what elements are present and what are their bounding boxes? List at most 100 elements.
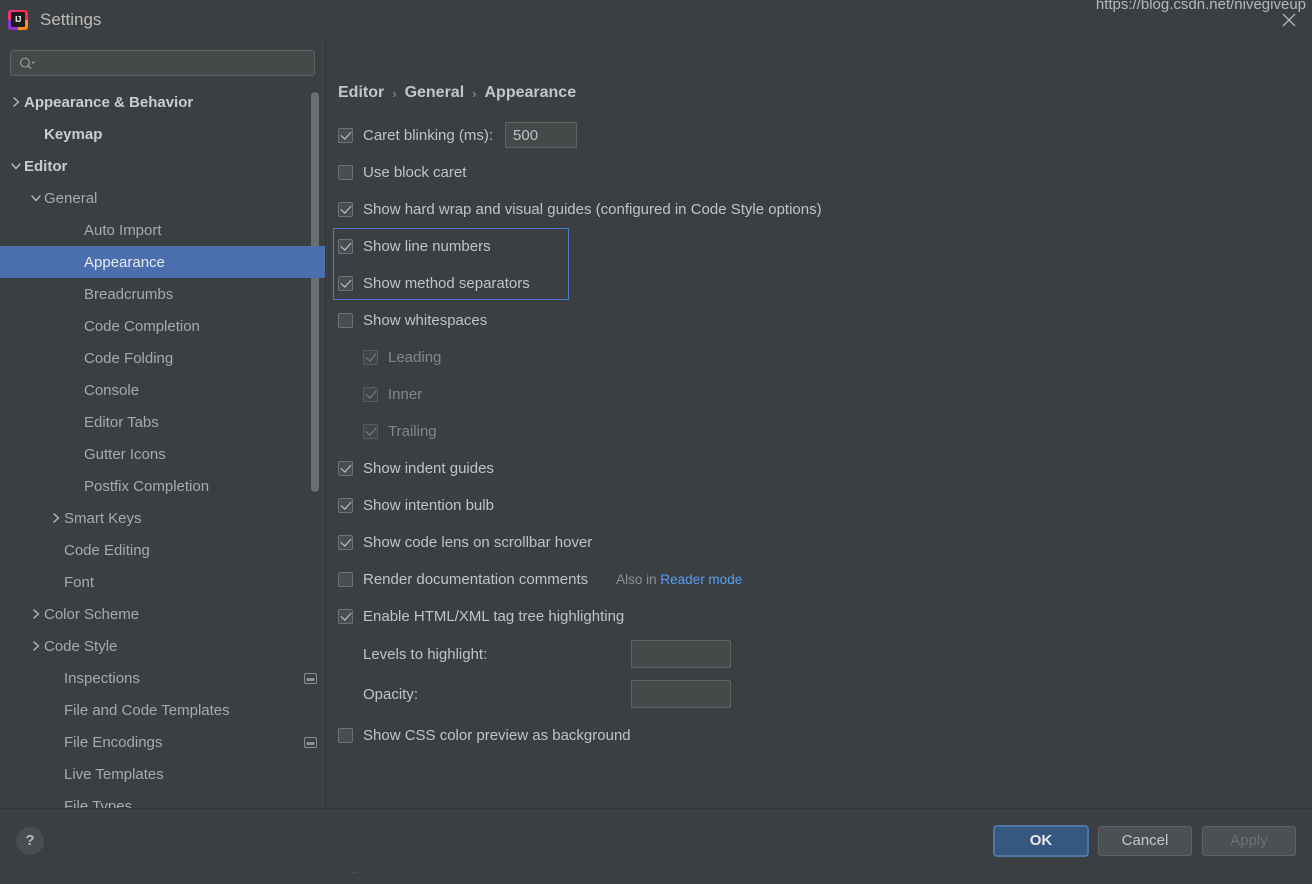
whitespace-inner-checkbox (363, 386, 378, 402)
sidebar-item-code-editing[interactable]: Code Editing (0, 534, 325, 566)
settings-dialog-screen: ) // Ctrl+Alt+S // (Disable alert for th… (0, 0, 1312, 884)
settings-tree[interactable]: Appearance & Behavior Keymap Editor General… (0, 84, 325, 808)
sidebar-item-console[interactable]: Console (0, 374, 325, 406)
sidebar-item-label: Smart Keys (64, 509, 142, 527)
search-container (0, 40, 325, 84)
show-whitespaces-checkbox[interactable] (338, 312, 353, 328)
whitespace-leading-checkbox (363, 349, 378, 365)
sidebar-item-appearance-behavior[interactable]: Appearance & Behavior (0, 86, 325, 118)
sidebar-item-inspections[interactable]: Inspections (0, 662, 325, 694)
chevron-right-icon[interactable] (48, 512, 64, 525)
search-input[interactable] (40, 55, 306, 71)
chevron-right-icon[interactable] (28, 640, 44, 653)
sidebar-item-label: Appearance (84, 253, 165, 271)
sidebar-item-label: Editor Tabs (84, 413, 159, 431)
sidebar-item-file-and-code-templates[interactable]: File and Code Templates (0, 694, 325, 726)
sidebar-item-label: Postfix Completion (84, 477, 210, 495)
levels-to-highlight-stepper[interactable] (631, 640, 731, 668)
chevron-down-icon[interactable] (28, 192, 44, 205)
whitespace-trailing-label: Trailing (388, 422, 437, 440)
sidebar-item-label: Keymap (44, 125, 103, 143)
show-css-color-preview-checkbox[interactable] (338, 727, 353, 743)
sidebar-item-label: Font (64, 573, 95, 591)
sidebar-item-code-style[interactable]: Code Style (0, 630, 325, 662)
ok-button[interactable]: OK (994, 825, 1088, 856)
sidebar-item-label: Live Templates (64, 765, 164, 783)
sidebar-item-font[interactable]: Font (0, 566, 325, 598)
search-box[interactable] (10, 50, 315, 76)
opacity-input[interactable] (632, 681, 730, 707)
render-doc-comments-checkbox[interactable] (338, 571, 353, 587)
render-doc-comments-label: Render documentation comments (363, 570, 589, 588)
chevron-down-icon[interactable] (8, 160, 24, 173)
show-method-separators-checkbox[interactable] (338, 275, 353, 291)
sidebar-item-file-types[interactable]: File Types (0, 790, 325, 809)
use-block-caret-checkbox[interactable] (338, 164, 353, 180)
show-line-numbers-checkbox[interactable] (338, 238, 353, 254)
show-intention-bulb-checkbox[interactable] (338, 497, 353, 513)
reader-mode-note-prefix: Also in (616, 571, 661, 587)
sidebar-item-appearance[interactable]: Appearance (0, 246, 325, 278)
show-code-lens-checkbox[interactable] (338, 534, 353, 550)
sidebar-item-label: Code Completion (84, 317, 200, 335)
breadcrumb-item[interactable]: Appearance (485, 84, 577, 102)
sidebar-item-label: Editor (24, 157, 68, 175)
sidebar-item-label: Gutter Icons (84, 445, 166, 463)
sidebar-item-label: Color Scheme (44, 605, 140, 623)
sidebar-item-editor-tabs[interactable]: Editor Tabs (0, 406, 325, 438)
search-icon (19, 57, 36, 70)
sidebar-item-code-folding[interactable]: Code Folding (0, 342, 325, 374)
sidebar-item-general[interactable]: General (0, 182, 325, 214)
caret-blinking-label: Caret blinking (ms): (363, 126, 494, 144)
sidebar-item-smart-keys[interactable]: Smart Keys (0, 502, 325, 534)
sidebar-item-live-templates[interactable]: Live Templates (0, 758, 325, 790)
sidebar-item-gutter-icons[interactable]: Gutter Icons (0, 438, 325, 470)
show-indent-guides-checkbox[interactable] (338, 460, 353, 476)
project-scope-icon (304, 672, 317, 684)
opacity-stepper[interactable] (631, 680, 731, 708)
sidebar-item-editor[interactable]: Editor (0, 150, 325, 182)
enable-html-xml-tag-checkbox[interactable] (338, 608, 353, 624)
sidebar-item-postfix-completion[interactable]: Postfix Completion (0, 470, 325, 502)
sidebar-item-label: File Encodings (64, 733, 163, 751)
show-indent-guides-label: Show indent guides (363, 459, 494, 477)
sidebar-item-label: Code Folding (84, 349, 174, 367)
show-whitespaces-label: Show whitespaces (363, 311, 488, 329)
show-code-lens-label: Show code lens on scrollbar hover (363, 533, 593, 551)
levels-to-highlight-input[interactable] (632, 641, 730, 667)
sidebar-item-label: Console (84, 381, 140, 399)
project-scope-icon (304, 736, 317, 748)
show-css-color-preview-label: Show CSS color preview as background (363, 726, 631, 744)
levels-to-highlight-label: Levels to highlight: (363, 645, 488, 663)
sidebar-item-file-encodings[interactable]: File Encodings (0, 726, 325, 758)
sidebar-item-label: Code Style (44, 637, 118, 655)
help-icon[interactable]: ? (16, 826, 44, 855)
show-line-numbers-label: Show line numbers (363, 237, 491, 255)
sidebar-item-label: Breadcrumbs (84, 285, 174, 303)
dialog-title: Settings (40, 10, 102, 29)
reader-mode-link[interactable]: Reader mode (660, 572, 742, 587)
sidebar-item-label: File and Code Templates (64, 701, 230, 719)
sidebar-item-auto-import[interactable]: Auto Import (0, 214, 325, 246)
enable-html-xml-tag-label: Enable HTML/XML tag tree highlighting (363, 607, 625, 625)
chevron-right-icon[interactable] (8, 96, 24, 109)
sidebar-item-code-completion[interactable]: Code Completion (0, 310, 325, 342)
sidebar-item-color-scheme[interactable]: Color Scheme (0, 598, 325, 630)
sidebar-item-breadcrumbs[interactable]: Breadcrumbs (0, 278, 325, 310)
whitespace-inner-label: Inner (388, 385, 423, 403)
breadcrumb-separator-icon: › (472, 85, 477, 101)
whitespace-leading-label: Leading (388, 348, 442, 366)
sidebar-item-label: Appearance & Behavior (24, 93, 194, 111)
reader-mode-note: Also in Reader mode (616, 572, 742, 587)
opacity-label: Opacity: (363, 685, 419, 703)
breadcrumb-item[interactable]: Editor (338, 84, 384, 102)
sidebar-item-keymap[interactable]: Keymap (0, 118, 325, 150)
watermark-text: https://blog.csdn.net/nivegiveup (1095, 0, 1306, 13)
breadcrumb-item[interactable]: General (405, 84, 465, 102)
show-hard-wrap-checkbox[interactable] (338, 201, 353, 217)
caret-blinking-checkbox[interactable] (338, 127, 353, 143)
caret-blinking-input[interactable] (505, 122, 578, 148)
intellij-idea-icon: IJ (8, 10, 28, 30)
settings-sidebar: Appearance & Behavior Keymap Editor General… (0, 40, 325, 808)
chevron-right-icon[interactable] (28, 608, 44, 621)
